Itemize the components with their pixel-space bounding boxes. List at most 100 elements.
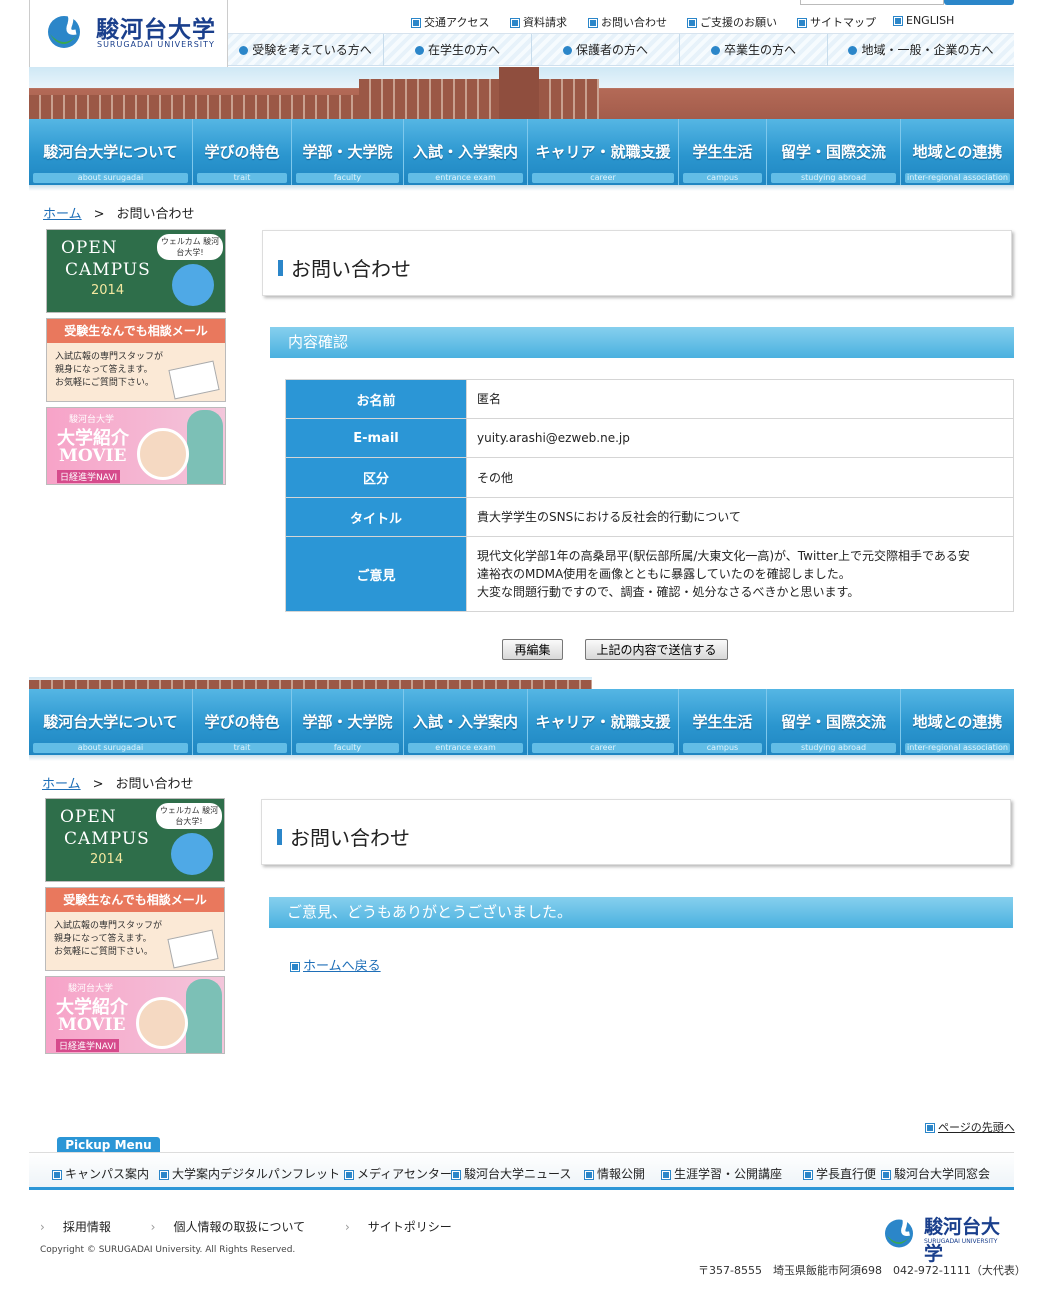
pickup-item[interactable]: 学長直行便: [804, 1165, 876, 1182]
open-campus-banner[interactable]: OPEN CAMPUS 2014 ウェルカム 駿河台大学!: [46, 229, 226, 313]
gnav-sublabel: about surugadai: [33, 743, 188, 753]
gnav-sublabel: studying abroad: [771, 743, 896, 753]
gnav-sublabel: inter-regional association: [905, 173, 1010, 183]
arrow-circle-icon: [414, 46, 424, 55]
search-button[interactable]: [944, 0, 1014, 5]
gnav-item-7[interactable]: 地域との連携 inter-regional association: [901, 119, 1014, 185]
footer-link-privacy[interactable]: › 個人情報の取扱について: [151, 1220, 323, 1234]
gnav-item-3[interactable]: 入試・入学案内 entrance exam: [404, 689, 528, 755]
submit-button[interactable]: 上記の内容で送信する: [585, 639, 728, 660]
aud-link-alumni[interactable]: 卒業生の方へ: [680, 34, 828, 66]
bullet-icon: [882, 1170, 890, 1179]
gnav-item-0[interactable]: 駿河台大学について about surugadai: [29, 119, 193, 185]
gnav-item-4[interactable]: キャリア・就職支援 career: [528, 119, 679, 185]
gnav-sublabel: trait: [197, 173, 287, 183]
row-label: E-mail: [285, 418, 467, 458]
breadcrumb-separator: >: [92, 777, 104, 792]
footer-link-recruit[interactable]: › 採用情報: [40, 1220, 129, 1234]
footer-link-policy[interactable]: › サイトポリシー: [345, 1220, 470, 1234]
gnav-item-6[interactable]: 留学・国際交流 studying abroad: [767, 119, 901, 185]
breadcrumb-separator: >: [93, 207, 105, 222]
person-image: [187, 410, 223, 484]
gnav-label: 留学・国際交流: [780, 143, 886, 161]
gnav-item-1[interactable]: 学びの特色 trait: [193, 689, 292, 755]
site-logo[interactable]: 駿河台大学 SURUGADAI UNIVERSITY: [29, 0, 228, 68]
pickup-item[interactable]: 駿河台大学同窓会: [882, 1165, 990, 1182]
gnav-item-7[interactable]: 地域との連携 inter-regional association: [901, 689, 1014, 755]
bullet-icon: [589, 19, 597, 27]
home-back-text[interactable]: ホームへ戻る: [303, 959, 381, 974]
utility-nav: 交通アクセス 資料請求 お問い合わせ ご支援のお願い サイトマップ ENGLIS…: [228, 8, 1014, 34]
aud-link-community[interactable]: 地域・一般・企業の方へ: [828, 34, 1014, 66]
gnav-label: キャリア・就職支援: [535, 143, 671, 161]
pickup-item[interactable]: 駿河台大学ニュース: [452, 1165, 571, 1182]
aud-link-students[interactable]: 在学生の方へ: [384, 34, 532, 66]
banner-body: 入試広報の専門スタッフが 親身になって答えます。 お気軽にご質問下さい。: [54, 921, 163, 957]
gnav-item-2[interactable]: 学部・大学院 faculty: [292, 119, 404, 185]
gnav-label: 地域との連携: [912, 713, 1003, 731]
table-row: ご意見 現代文化学部1年の高桑昂平(駅伝部所属/大東文化一高)が、Twitter上…: [285, 536, 1014, 612]
section-heading: ご意見、どうもありがとうございました。: [269, 897, 1013, 928]
arrow-circle-icon: [562, 46, 572, 55]
row-label: ご意見: [285, 536, 467, 612]
intro-movie-banner[interactable]: 駿河台大学 大学紹介 MOVIE 日経進学NAVI: [46, 407, 226, 485]
logo-text: 駿河台大学: [96, 17, 216, 43]
home-back-link[interactable]: ホームへ戻る: [291, 955, 381, 974]
util-link-contact[interactable]: お問い合わせ: [589, 14, 667, 30]
util-link-access[interactable]: 交通アクセス: [412, 14, 489, 30]
gnav-item-5[interactable]: 学生生活 campus: [679, 689, 767, 755]
banner-title: 受験生なんでも相談メール: [47, 319, 225, 343]
row-value: 匿名: [466, 379, 1014, 419]
envelope-icon: [167, 929, 219, 969]
bullet-icon: [585, 1170, 593, 1179]
gnav-label: 駿河台大学について: [43, 713, 178, 731]
gnav-sublabel: studying abroad: [771, 173, 896, 183]
pickup-item[interactable]: メディアセンター: [345, 1165, 452, 1182]
footer-links: › 採用情報 › 個人情報の取扱について › サイトポリシー: [40, 1218, 488, 1235]
breadcrumb-home-link[interactable]: ホーム: [42, 777, 81, 792]
gnav-item-3[interactable]: 入試・入学案内 entrance exam: [404, 119, 528, 185]
arrow-up-icon: [926, 1124, 934, 1132]
pickup-menu-title: Pickup Menu: [57, 1137, 160, 1153]
bullet-icon: [53, 1170, 61, 1179]
page-top-link[interactable]: ページの先頭へ: [926, 1119, 1015, 1135]
util-link-support[interactable]: ご支援のお願い: [688, 14, 777, 30]
title-bar-icon: [277, 829, 282, 845]
person-image: [136, 997, 188, 1049]
bullet-icon: [688, 19, 696, 27]
util-link-sitemap[interactable]: サイトマップ: [798, 14, 876, 30]
aud-link-applicants[interactable]: 受験を考えている方へ: [228, 34, 384, 66]
gnav-label: 留学・国際交流: [780, 713, 886, 731]
table-row: お名前 匿名: [285, 379, 1014, 419]
gnav-item-6[interactable]: 留学・国際交流 studying abroad: [767, 689, 901, 755]
bullet-icon: [662, 1170, 670, 1179]
search-input[interactable]: [800, 0, 944, 5]
row-label: タイトル: [285, 497, 467, 537]
util-link-english[interactable]: ENGLISH: [894, 14, 954, 27]
consult-mail-banner[interactable]: 受験生なんでも相談メール 入試広報の専門スタッフが 親身になって答えます。 お気軽に…: [46, 318, 226, 402]
page-title: お問い合わせ: [290, 826, 410, 850]
gnav-item-0[interactable]: 駿河台大学について about surugadai: [29, 689, 193, 755]
aud-link-parents[interactable]: 保護者の方へ: [532, 34, 680, 66]
util-link-request[interactable]: 資料請求: [511, 14, 567, 30]
pickup-item[interactable]: 大学案内デジタルパンフレット: [160, 1165, 340, 1182]
open-campus-banner[interactable]: OPEN CAMPUS 2014 ウェルカム 駿河台大学!: [45, 798, 225, 882]
pickup-item[interactable]: 情報公開: [585, 1165, 645, 1182]
re-edit-button[interactable]: 再編集: [502, 639, 563, 660]
consult-mail-banner[interactable]: 受験生なんでも相談メール 入試広報の専門スタッフが 親身になって答えます。 お気軽に…: [45, 887, 225, 971]
breadcrumb-home-link[interactable]: ホーム: [43, 207, 82, 222]
gnav-sublabel: entrance exam: [408, 743, 523, 753]
breadcrumb-current: お問い合わせ: [116, 207, 195, 222]
gnav-label: 入試・入学案内: [412, 143, 518, 161]
pickup-item[interactable]: キャンパス案内: [53, 1165, 149, 1182]
intro-movie-banner[interactable]: 駿河台大学 大学紹介 MOVIE 日経進学NAVI: [45, 976, 225, 1054]
global-nav: 駿河台大学について about surugadai 学びの特色 trait 学部・大学院…: [29, 689, 1014, 755]
gnav-item-2[interactable]: 学部・大学院 faculty: [292, 689, 404, 755]
pickup-item[interactable]: 生涯学習・公開講座: [662, 1165, 782, 1182]
bullet-icon: [160, 1170, 168, 1179]
gnav-item-4[interactable]: キャリア・就職支援 career: [528, 689, 679, 755]
gnav-item-5[interactable]: 学生生活 campus: [679, 119, 767, 185]
gnav-item-1[interactable]: 学びの特色 trait: [193, 119, 292, 185]
row-label: 区分: [285, 457, 467, 498]
footer-logo[interactable]: 駿河台大学 SURUGADAI UNIVERSITY: [878, 1206, 1008, 1265]
